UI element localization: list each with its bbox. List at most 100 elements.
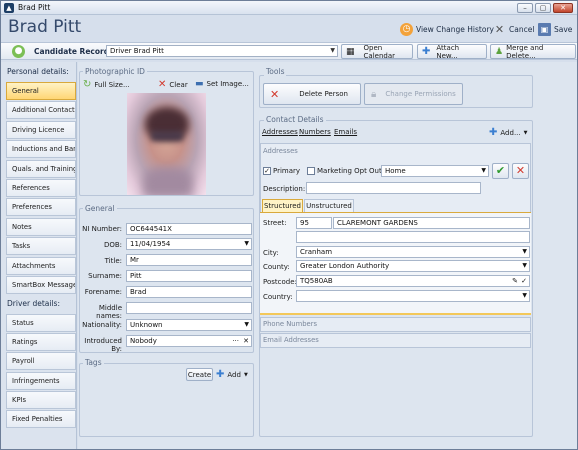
sidebar-item-kpis[interactable]: KPIs (6, 391, 76, 409)
addresses-label: Addresses (263, 147, 298, 155)
nationality-label: Nationality: (82, 321, 122, 329)
introduced-by-value: Nobody (130, 337, 157, 345)
city-value: Cranham (300, 248, 333, 256)
full-size-button[interactable]: ↻ Full Size... (83, 79, 130, 90)
ni-number-label: NI Number: (82, 225, 122, 233)
window-title: Brad Pitt (18, 3, 51, 12)
city-select[interactable]: Cranham ▼ (296, 246, 530, 258)
street-number-input[interactable]: 95 (296, 217, 332, 229)
change-permissions-label: Change Permissions (385, 90, 456, 98)
sidebar-item-attachments[interactable]: Attachments (6, 257, 76, 275)
title-input[interactable]: Mr (126, 254, 252, 266)
create-tag-button[interactable]: Create (186, 368, 213, 381)
change-permissions-button[interactable]: 🔒︎ Change Permissions (364, 83, 463, 105)
introduced-by-input[interactable]: Nobody ··· ✕ (126, 335, 252, 347)
open-calendar-button[interactable]: ▦ Open Calendar (341, 44, 413, 60)
sidebar-item-payroll[interactable]: Payroll (6, 352, 76, 370)
calendar-icon: ▦ (346, 46, 355, 57)
description-label: Description: (263, 185, 306, 193)
tab-emails[interactable]: Emails (334, 128, 357, 136)
sidebar-item-driving-licence[interactable]: Driving Licence (6, 121, 76, 139)
refresh-icon: ↻ (83, 79, 92, 90)
description-input[interactable] (306, 182, 481, 194)
primary-checkbox[interactable]: ✓ Primary (263, 167, 300, 175)
minimize-button[interactable]: – (517, 3, 533, 13)
forename-label: Forename: (84, 288, 122, 296)
set-image-button[interactable]: ▬ Set Image... (195, 79, 249, 89)
delete-person-button[interactable]: ✕ Delete Person (263, 83, 361, 105)
sidebar-item-preferences[interactable]: Preferences (6, 198, 76, 216)
ellipsis-icon[interactable]: ··· (232, 336, 239, 346)
sidebar-item-quals-and-training[interactable]: Quals. and Training (6, 160, 76, 178)
address-type-value: Home (385, 167, 406, 175)
cancel-button[interactable]: ✕ Cancel (493, 22, 535, 36)
middle-names-input[interactable] (126, 302, 252, 314)
street-line2-input[interactable] (296, 231, 530, 243)
forename-input[interactable]: Brad (126, 286, 252, 298)
sidebar-item-inductions-and-bans[interactable]: Inductions and Bans (6, 140, 76, 158)
application-window: ▲ Brad Pitt – ▢ ✕ Brad Pitt ◷ View Chang… (0, 0, 578, 450)
plus-icon: ✚ (422, 46, 431, 57)
add-tag-button[interactable]: ✚ Add ▼ (216, 369, 248, 380)
postcode-label: Postcode: (263, 278, 297, 286)
address-type-select[interactable]: Home ▼ (381, 165, 489, 177)
email-addresses-label: Email Addresses (263, 336, 319, 344)
sidebar-item-smartbox-messages[interactable]: SmartBox Messages (6, 276, 76, 294)
sidebar-item-references[interactable]: References (6, 179, 76, 197)
ni-number-input[interactable]: OC644541X (126, 223, 252, 235)
sidebar-item-status[interactable]: Status (6, 314, 76, 332)
nationality-value: Unknown (130, 321, 163, 329)
street-name-input[interactable]: CLAREMONT GARDENS (333, 217, 530, 229)
confirm-address-button[interactable]: ✔ (492, 163, 509, 179)
country-select[interactable]: ▼ (296, 290, 530, 302)
header: Brad Pitt ◷ View Change History ✕ Cancel… (1, 16, 577, 42)
maximize-button[interactable]: ▢ (535, 3, 551, 13)
attach-new-button[interactable]: ✚ Attach New... (417, 44, 487, 60)
check-icon[interactable]: ✓ (521, 276, 527, 286)
sidebar-item-ratings[interactable]: Ratings (6, 333, 76, 351)
tab-numbers[interactable]: Numbers (299, 128, 331, 136)
chevron-down-icon[interactable]: ▼ (244, 239, 249, 249)
candidate-records-select[interactable]: Driver Brad Pitt ▼ (106, 45, 338, 57)
street-label: Street: (263, 219, 287, 227)
plus-icon: ✚ (489, 127, 498, 138)
clock-icon: ◷ (400, 22, 413, 36)
county-select[interactable]: Greater London Authority ▼ (296, 260, 530, 272)
view-history-button[interactable]: ◷ View Change History (400, 22, 494, 36)
nationality-select[interactable]: Unknown ▼ (126, 319, 252, 331)
full-size-label: Full Size... (94, 80, 130, 89)
candidate-photo (127, 93, 206, 195)
remove-address-button[interactable]: ✕ (512, 163, 529, 179)
country-label: Country: (263, 293, 293, 301)
chevron-down-icon: ▼ (243, 371, 248, 378)
tab-addresses[interactable]: Addresses (262, 128, 298, 136)
sidebar-item-general[interactable]: General (6, 82, 76, 100)
postcode-input[interactable]: TQ580AB ✎ ✓ (296, 275, 530, 287)
tab-structured[interactable]: Structured (262, 199, 303, 212)
chevron-down-icon: ▼ (522, 292, 527, 299)
chevron-down-icon: ▼ (481, 167, 486, 174)
clear-label: Clear (169, 80, 188, 89)
address-panel-divider (260, 313, 531, 315)
close-window-button[interactable]: ✕ (553, 3, 573, 13)
sidebar-item-additional-contacts[interactable]: Additional Contacts (6, 101, 76, 119)
introduced-by-label: Introduced By: (84, 337, 122, 353)
sidebar-item-notes[interactable]: Notes (6, 218, 76, 236)
marketing-opt-out-checkbox[interactable]: Marketing Opt Out (307, 167, 382, 175)
close-icon[interactable]: ✕ (243, 336, 249, 346)
clear-photo-button[interactable]: ✕ Clear (158, 79, 188, 90)
search-icon[interactable]: ✎ (512, 276, 518, 286)
sidebar-item-fixed-penalties[interactable]: Fixed Penalties (6, 410, 76, 428)
sidebar: Personal details: General Additional Con… (1, 62, 77, 449)
surname-input[interactable]: Pitt (126, 270, 252, 282)
sidebar-item-infringements[interactable]: Infringements (6, 372, 76, 390)
candidate-records-value: Driver Brad Pitt (110, 47, 164, 55)
middle-names-label: Middle names: (96, 304, 122, 320)
sidebar-item-tasks[interactable]: Tasks (6, 237, 76, 255)
tab-unstructured[interactable]: Unstructured (304, 199, 354, 212)
merge-delete-button[interactable]: ♟ Merge and Delete... (490, 43, 576, 60)
save-button[interactable]: ▣ Save (538, 22, 572, 36)
merge-delete-label: Merge and Delete... (506, 43, 544, 60)
add-contact-button[interactable]: ✚ Add... ▼ (489, 127, 527, 138)
dob-input[interactable]: 11/04/1954 ▼ (126, 238, 252, 250)
